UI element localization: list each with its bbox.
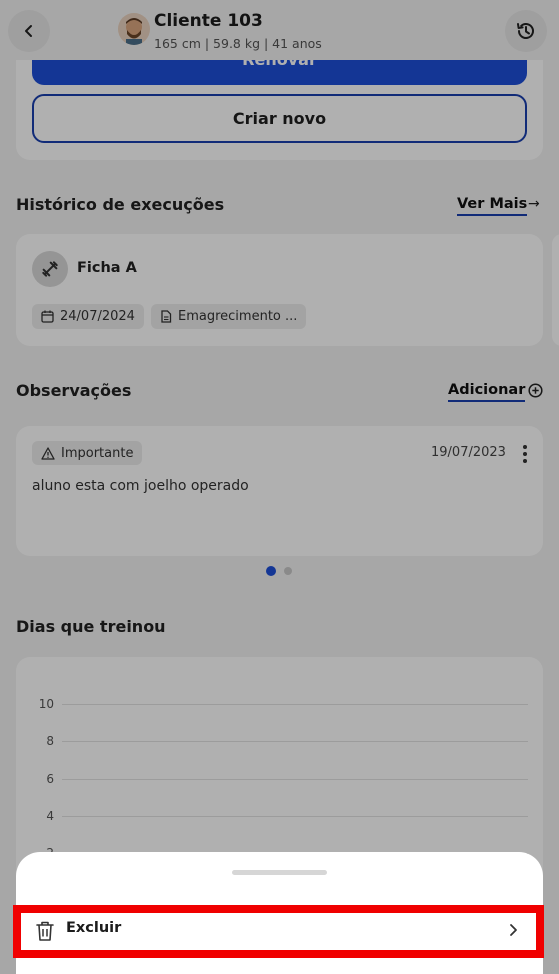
highlight-box xyxy=(13,905,544,958)
modal-scrim[interactable] xyxy=(0,0,559,974)
sheet-drag-handle[interactable] xyxy=(232,870,327,875)
